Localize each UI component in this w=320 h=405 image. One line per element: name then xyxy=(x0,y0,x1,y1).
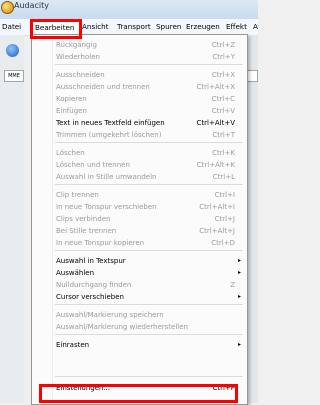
menu-item-shortcut: Ctrl+C xyxy=(211,95,235,103)
menu-item-shortcut: Ctrl+Y xyxy=(212,53,235,61)
menu-item-label: Cursor verschieben xyxy=(56,293,124,301)
menu-item-auswahl-in-stille-umwandeln[interactable]: Auswahl in Stille umwandeln Ctrl+L xyxy=(32,171,247,183)
menu-item-shortcut: Ctrl+Alt+X xyxy=(196,83,235,91)
menu-item-einrasten[interactable]: Einrasten ▸ xyxy=(32,339,247,351)
menu-item-rückgängig[interactable]: Rückgängig Ctrl+Z xyxy=(32,39,247,51)
menu-item-text-in-neues-textfeld-einfügen[interactable]: Text in neues Textfeld einfügen Ctrl+Alt+… xyxy=(32,117,247,129)
menu-item-label: Auswählen xyxy=(56,269,95,277)
menu-item-label: Löschen xyxy=(56,149,85,157)
menu-item-label: Ausschneiden und trennen xyxy=(56,83,150,91)
menu-item-clip-trennen[interactable]: Clip trennen Ctrl+I xyxy=(32,189,247,201)
menu-item-shortcut: Ctrl+D xyxy=(211,239,235,247)
menu-item-wiederholen[interactable]: Wiederholen Ctrl+Y xyxy=(32,51,247,63)
edit-menu-dropdown: Rückgängig Ctrl+Z Wiederholen Ctrl+Y Ausschn… xyxy=(31,34,248,405)
menu-item-shortcut: Ctrl+Alt+V xyxy=(196,119,235,127)
highlight-bearbeiten-menu xyxy=(30,19,82,39)
menu-item-shortcut: Ctrl+I xyxy=(214,191,235,199)
menu-item-clips-verbinden[interactable]: Clips verbinden Ctrl+J xyxy=(32,213,247,225)
menu-item-shortcut: Ctrl+L xyxy=(212,173,235,181)
menu-item-label: Auswahl in Stille umwandeln xyxy=(56,173,157,181)
menu-item-ausschneiden-und-trennen[interactable]: Ausschneiden und trennen Ctrl+Alt+X xyxy=(32,81,247,93)
submenu-arrow-icon: ▸ xyxy=(237,257,241,264)
audio-host-select[interactable]: MME xyxy=(4,70,24,82)
highlight-einstellungen xyxy=(39,384,238,403)
menu-item-trimmen-umgekehrt-löschen[interactable]: Trimmen (umgekehrt löschen) Ctrl+T xyxy=(32,129,247,141)
menu-item-löschen-und-trennen[interactable]: Löschen und trennen Ctrl+Alt+K xyxy=(32,159,247,171)
menu-erzeugen[interactable]: Erzeugen xyxy=(186,22,220,31)
menu-item-label: Wiederholen xyxy=(56,53,100,61)
menu-item-shortcut: Ctrl+J xyxy=(214,215,235,223)
menu-ansicht[interactable]: Ansicht xyxy=(82,22,109,31)
menu-item-label: Ausschneiden xyxy=(56,71,105,79)
menu-separator xyxy=(55,184,243,185)
menu-item-kopieren[interactable]: Kopieren Ctrl+C xyxy=(32,93,247,105)
menu-item-auswahl-markierung-speichern[interactable]: Auswahl/Markierung speichern xyxy=(32,309,247,321)
pause-button[interactable] xyxy=(6,44,19,57)
menu-item-label: Kopieren xyxy=(56,95,87,103)
menu-spuren[interactable]: Spuren xyxy=(156,22,181,31)
menu-item-ausschneiden[interactable]: Ausschneiden Ctrl+X xyxy=(32,69,247,81)
app-title: Audacity xyxy=(14,1,50,10)
menu-item-löschen[interactable]: Löschen Ctrl+K xyxy=(32,147,247,159)
menu-item-label: In neue Tonspur verschieben xyxy=(56,203,157,211)
menu-effekt[interactable]: Effekt xyxy=(226,22,247,31)
submenu-arrow-icon: ▸ xyxy=(237,341,241,348)
menu-item-shortcut: Z xyxy=(230,281,235,289)
menu-item-label: Text in neues Textfeld einfügen xyxy=(56,119,165,127)
menu-item-shortcut: Ctrl+T xyxy=(212,131,235,139)
menu-item-label: Auswahl/Markierung speichern xyxy=(56,311,164,319)
menu-separator xyxy=(55,250,243,251)
menu-separator xyxy=(55,64,243,65)
menu-item-label: Rückgängig xyxy=(56,41,97,49)
menu-item-auswahl-markierung-wiederherstellen[interactable]: Auswahl/Markierung wiederherstellen xyxy=(32,321,247,333)
menu-item-label: Einfügen xyxy=(56,107,87,115)
menu-item-label: Auswahl/Markierung wiederherstellen xyxy=(56,323,188,331)
toolbar-area xyxy=(0,35,24,403)
menu-item-label: Clip trennen xyxy=(56,191,99,199)
menu-item-label: Clips verbinden xyxy=(56,215,111,223)
menu-item-in-neue-tonspur-verschieben[interactable]: In neue Tonspur verschieben Ctrl+Alt+I xyxy=(32,201,247,213)
menu-datei[interactable]: Datei xyxy=(2,22,21,31)
submenu-arrow-icon: ▸ xyxy=(237,269,241,276)
menu-item-shortcut: Ctrl+Z xyxy=(211,41,235,49)
menu-separator xyxy=(55,304,243,305)
menu-item-bei-stille-trennen[interactable]: Bei Stille trennen Ctrl+Alt+J xyxy=(32,225,247,237)
menu-separator xyxy=(55,334,243,335)
menu-item-label: Einrasten xyxy=(56,341,90,349)
audacity-logo-icon xyxy=(1,1,14,14)
menu-item-shortcut: Ctrl+K xyxy=(212,149,235,157)
menu-item-shortcut: Ctrl+Alt+I xyxy=(199,203,235,211)
menu-item-shortcut: Ctrl+Alt+J xyxy=(199,227,235,235)
menu-item-label: Löschen und trennen xyxy=(56,161,130,169)
menu-item-label: Bei Stille trennen xyxy=(56,227,117,235)
menu-item-label: Trimmen (umgekehrt löschen) xyxy=(56,131,162,139)
menu-separator xyxy=(55,376,243,377)
menu-item-cursor-verschieben[interactable]: Cursor verschieben ▸ xyxy=(32,291,247,303)
title-bar: Audacity xyxy=(0,0,258,19)
menu-more[interactable]: A xyxy=(253,22,258,31)
menu-item-label: Nulldurchgang finden xyxy=(56,281,132,289)
menu-item-shortcut: Ctrl+V xyxy=(211,107,235,115)
menu-item-shortcut: Ctrl+X xyxy=(211,71,235,79)
menu-item-label: Auswahl in Textspur xyxy=(56,257,126,265)
menu-item-shortcut: Ctrl+Alt+K xyxy=(196,161,235,169)
menu-separator xyxy=(55,142,243,143)
menu-item-in-neue-tonspur-kopieren[interactable]: In neue Tonspur kopieren Ctrl+D xyxy=(32,237,247,249)
menu-item-einfügen[interactable]: Einfügen Ctrl+V xyxy=(32,105,247,117)
menu-item-label: In neue Tonspur kopieren xyxy=(56,239,145,247)
submenu-arrow-icon: ▸ xyxy=(237,293,241,300)
menu-item-auswahl-in-textspur[interactable]: Auswahl in Textspur ▸ xyxy=(32,255,247,267)
menu-item-nulldurchgang-finden[interactable]: Nulldurchgang finden Z xyxy=(32,279,247,291)
menu-item-auswählen[interactable]: Auswählen ▸ xyxy=(32,267,247,279)
menu-transport[interactable]: Transport xyxy=(117,22,151,31)
